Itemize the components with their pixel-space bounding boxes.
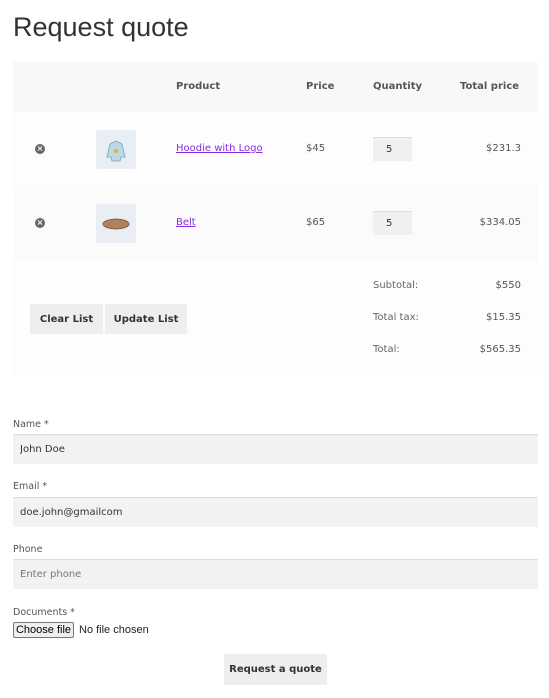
file-status: No file chosen xyxy=(79,624,149,636)
hoodie-thumbnail xyxy=(96,130,136,169)
clear-list-button[interactable]: Clear List xyxy=(30,304,103,334)
phone-label: Phone xyxy=(13,544,43,555)
request-quote-button[interactable]: Request a quote xyxy=(224,654,327,685)
tax-label: Total tax: xyxy=(373,312,419,323)
totals-section: Clear List Update List Subtotal: $550 To… xyxy=(13,260,538,376)
price: $45 xyxy=(306,143,326,154)
subtotal-value: $550 xyxy=(495,280,521,291)
quantity-input[interactable] xyxy=(373,137,412,161)
header-price: Price xyxy=(306,81,335,92)
product-link[interactable]: Belt xyxy=(176,217,196,228)
email-input[interactable] xyxy=(13,497,538,527)
quantity-input[interactable] xyxy=(373,211,412,235)
belt-thumbnail xyxy=(96,204,136,243)
price: $65 xyxy=(306,217,326,228)
remove-circle-icon[interactable]: × xyxy=(35,144,45,154)
email-label: Email * xyxy=(13,481,48,492)
tax-value: $15.35 xyxy=(486,312,521,323)
table-row: × Hoodie with Logo $45 $231.3 xyxy=(13,112,538,186)
subtotal-label: Subtotal: xyxy=(373,280,419,291)
page-title: Request quote xyxy=(13,12,189,42)
total-price: $334.05 xyxy=(479,217,521,228)
phone-input[interactable] xyxy=(13,559,538,589)
header-product: Product xyxy=(176,81,221,92)
table-header: Product Price Quantity Total price xyxy=(13,62,538,112)
total-label: Total: xyxy=(373,344,400,355)
name-label: Name * xyxy=(13,419,49,430)
product-link[interactable]: Hoodie with Logo xyxy=(176,143,263,154)
name-input[interactable] xyxy=(13,434,538,464)
choose-file-button[interactable]: Choose file xyxy=(13,622,74,638)
remove-circle-icon[interactable]: × xyxy=(35,218,45,228)
header-quantity: Quantity xyxy=(373,81,422,92)
header-total: Total price xyxy=(460,81,520,92)
update-list-button[interactable]: Update List xyxy=(105,304,187,334)
total-price: $231.3 xyxy=(486,143,521,154)
table-row: × Belt $65 $334.05 xyxy=(13,186,538,260)
documents-label: Documents * xyxy=(13,607,75,618)
total-value: $565.35 xyxy=(479,344,521,355)
